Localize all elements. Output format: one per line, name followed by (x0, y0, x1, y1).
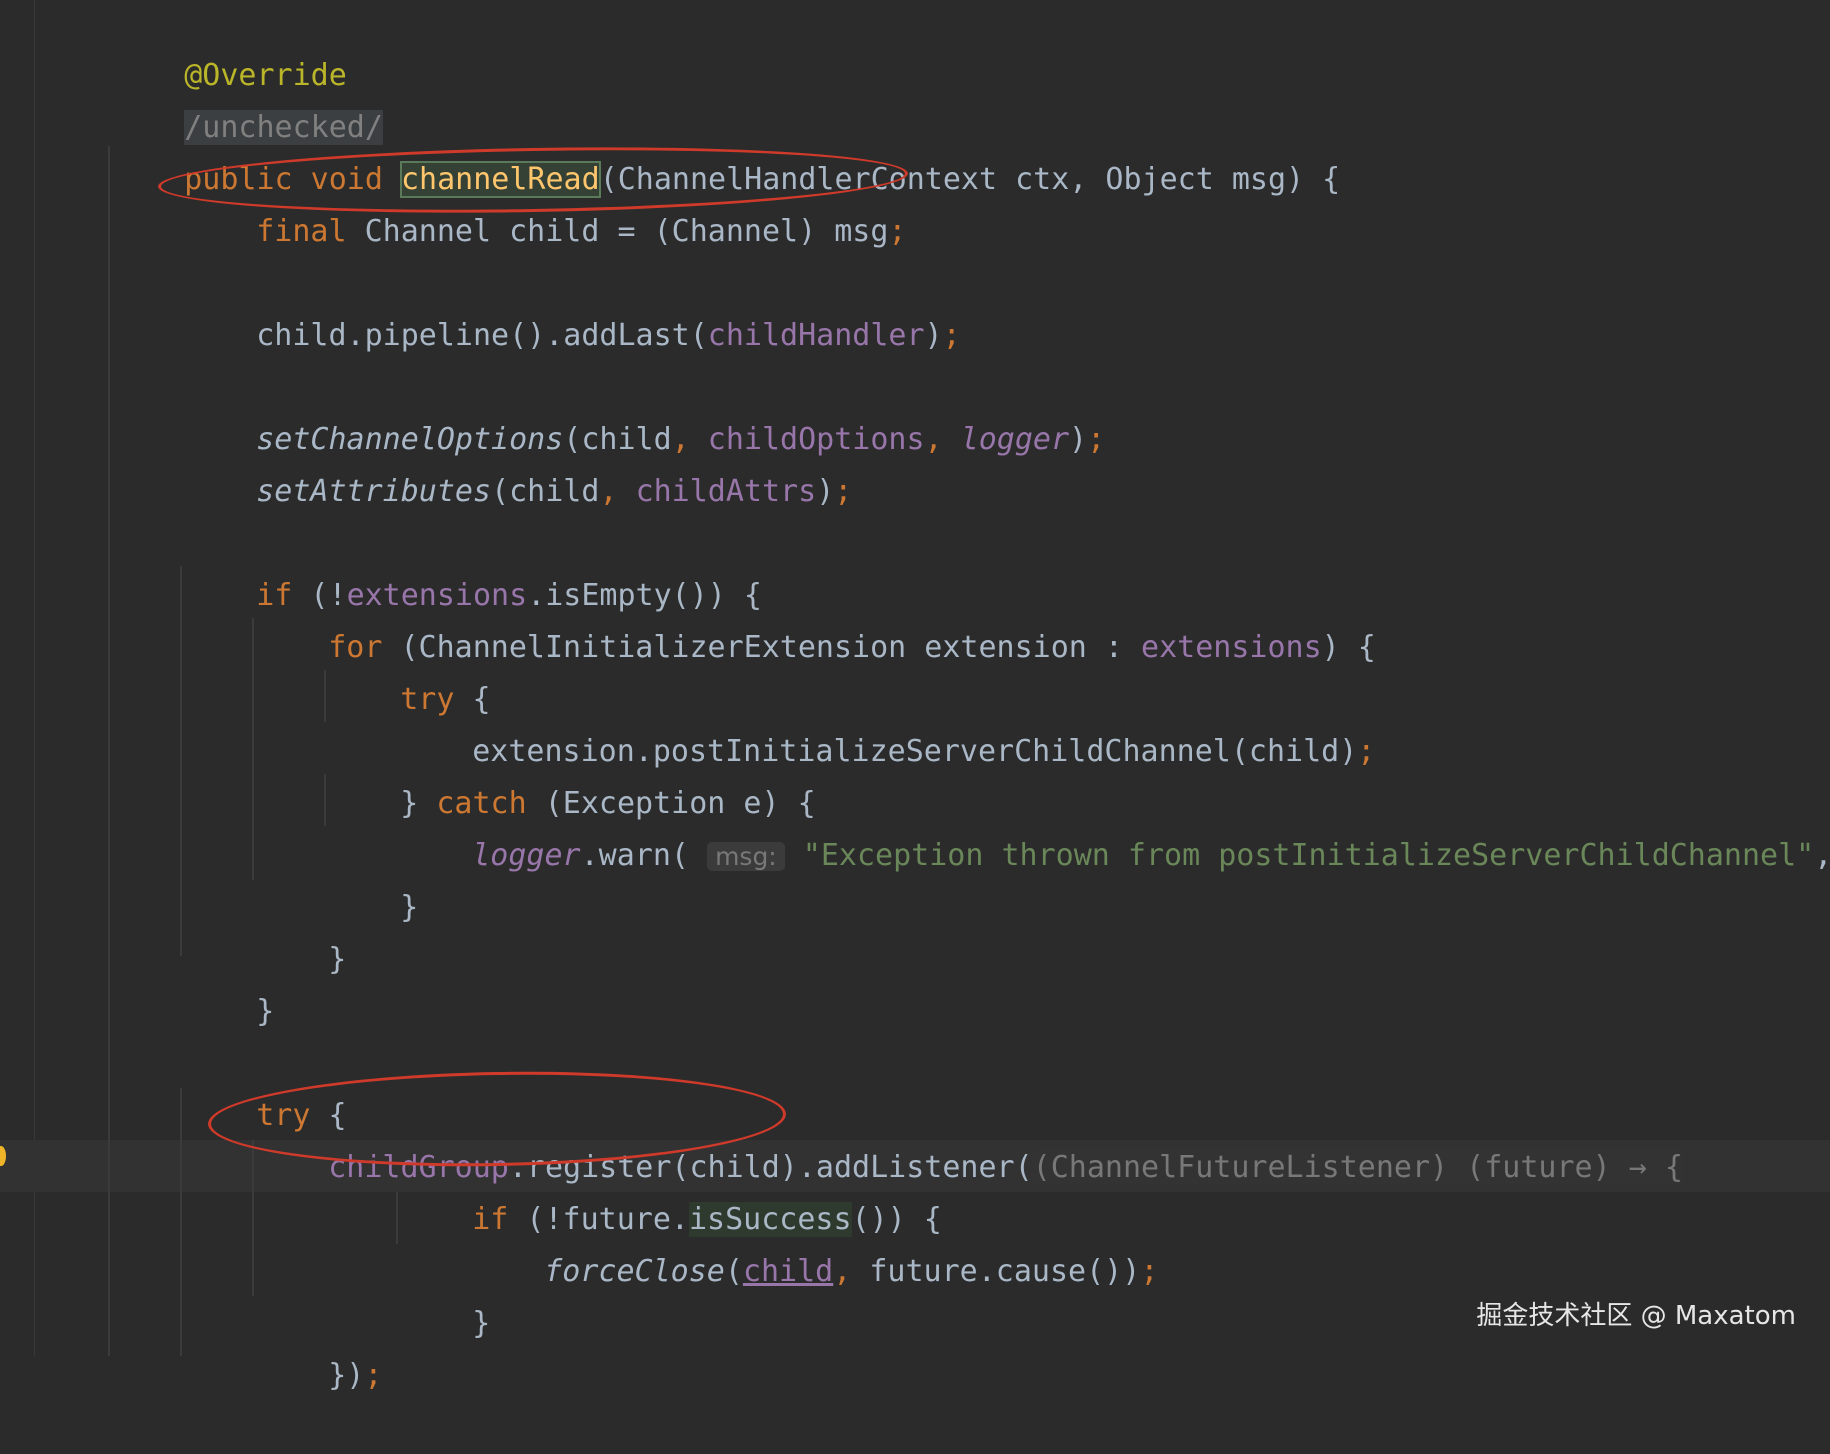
indent-guide (396, 1192, 398, 1244)
args-open: (child (491, 474, 600, 509)
code-line-26: }); (256, 1298, 382, 1393)
code-line-8: setChannelOptions(child, childOptions, l… (184, 362, 1105, 457)
lambda-hint: (ChannelFutureListener) (future) → { (1032, 1150, 1683, 1185)
comma: , (599, 474, 636, 509)
code-editor[interactable]: @Override /unchecked/ public void channe… (0, 0, 1830, 1393)
logger-field: logger (960, 422, 1070, 457)
code-line-11: if (!extensions.isEmpty()) { (184, 518, 762, 613)
force-close-call: forceClose (544, 1254, 725, 1289)
semicolon: ; (942, 318, 961, 353)
semicolon: ; (1087, 422, 1106, 457)
code-line-6: child.pipeline().addLast(childHandler); (184, 258, 960, 353)
code-line-1: @Override (112, 0, 347, 93)
warning-string: "Exception thrown from postInitializeSer… (802, 838, 1815, 873)
for-header-end: ) { (1321, 630, 1376, 665)
comma: , (924, 422, 961, 457)
child-captured-var: child (742, 1254, 834, 1289)
child-attrs-field: childAttrs (635, 474, 817, 509)
code-line-13: try { (328, 622, 490, 717)
code-line-2: /unchecked/ (112, 50, 383, 145)
final-keyword: final (256, 214, 347, 249)
extensions-field: extensions (1141, 630, 1322, 665)
brace-close: } (328, 942, 347, 977)
code-line-18: } (256, 882, 346, 977)
args-open: ( (724, 1254, 743, 1289)
semicolon: ; (364, 1358, 383, 1393)
brace-close: } (256, 994, 275, 1029)
code-line-14: extension.postInitializeServerChildChann… (400, 674, 1375, 769)
set-attributes-call: setAttributes (256, 474, 492, 509)
code-line-16: logger.warn( msg: "Exception thrown from… (400, 778, 1830, 873)
indent-guide (180, 566, 182, 956)
pipeline-call: child.pipeline().addLast( (256, 318, 708, 353)
for-header: (ChannelInitializerExtension extension : (382, 630, 1142, 665)
indent-guide (252, 618, 254, 880)
logger-field: logger (472, 838, 581, 873)
watermark: 掘金技术社区 @ Maxatom (1476, 1301, 1796, 1331)
child-handler-field: childHandler (707, 318, 925, 353)
lambda-close: }) (328, 1358, 365, 1393)
close-paren: ) (924, 318, 943, 353)
code-line-21: try { (184, 1038, 346, 1133)
semicolon: ; (1357, 734, 1376, 769)
param-hint-msg: msg: (707, 842, 785, 871)
indent-guide (180, 1088, 182, 1356)
comma: , (833, 1254, 870, 1289)
code-line-9: setAttributes(child, childAttrs); (184, 414, 852, 509)
code-line-19: } (184, 934, 274, 1029)
indent-guide (324, 670, 326, 722)
code-line-24: forceClose(child, future.cause()); (472, 1194, 1158, 1289)
brace-close: } (400, 890, 419, 925)
future-cause-call: future.cause()) (869, 1254, 1141, 1289)
indent-guide (324, 774, 326, 826)
brace-close: } (472, 1306, 491, 1341)
indent-guide (252, 1140, 254, 1296)
semicolon: ; (888, 214, 907, 249)
indent-guide (108, 146, 110, 1356)
warn-call-end: , e) (1814, 838, 1830, 873)
code-line-12: for (ChannelInitializerExtension extensi… (256, 570, 1376, 665)
close-paren: ) (816, 474, 835, 509)
semicolon: ; (1140, 1254, 1159, 1289)
warn-call: .warn( (580, 838, 689, 873)
code-line-15: } catch (Exception e) { (328, 726, 815, 821)
close-paren: ) (1069, 422, 1088, 457)
semicolon: ; (834, 474, 853, 509)
code-line-25: } (400, 1246, 490, 1341)
code-line-17: } (328, 830, 418, 925)
child-declaration: Channel child = (Channel) msg (346, 214, 889, 249)
code-line-3: public void channelRead(ChannelHandlerCo… (112, 102, 1340, 198)
